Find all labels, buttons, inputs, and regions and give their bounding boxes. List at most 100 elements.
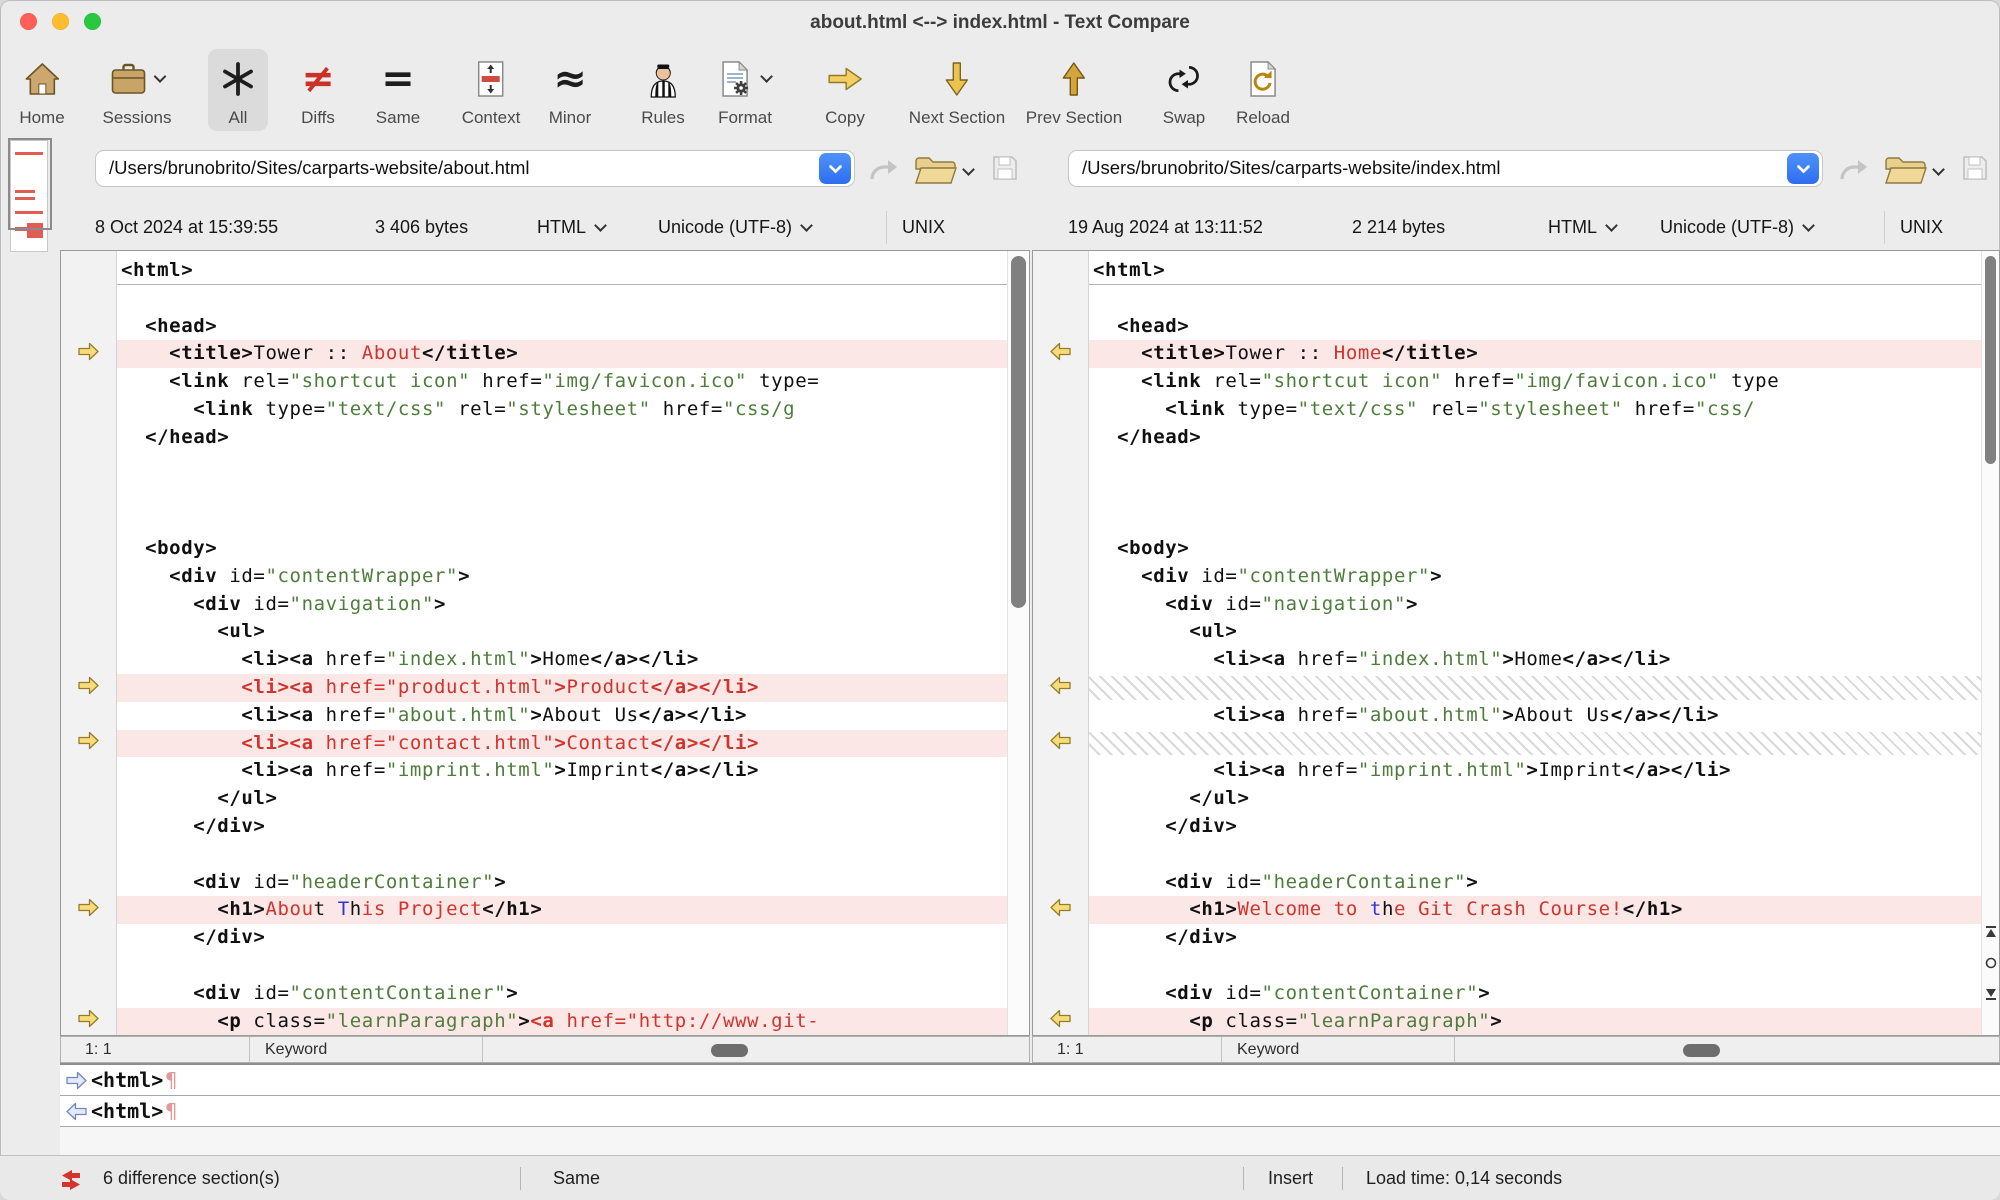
merge-arrow-left-icon[interactable] — [1049, 341, 1072, 367]
copy-icon — [826, 52, 864, 105]
code-line: <head> — [1089, 313, 1981, 341]
toolbar-item-next-section[interactable]: Next Section — [896, 49, 1018, 131]
toolbar-item-label: Sessions — [103, 108, 172, 128]
left-file-date: 8 Oct 2024 at 15:39:55 — [95, 205, 278, 250]
floppy-disk-icon — [992, 155, 1018, 181]
merge-arrow-left-icon[interactable] — [1049, 675, 1072, 701]
merge-arrow-left-icon[interactable] — [1049, 1008, 1072, 1034]
toolbar-item-label: Swap — [1163, 108, 1206, 128]
gutter-cell — [1033, 285, 1088, 313]
merge-arrow-right-icon[interactable] — [77, 1008, 100, 1034]
gutter-cell — [1033, 980, 1088, 1008]
code-line: <ul> — [1089, 618, 1981, 646]
code-line: <div id="headerContainer"> — [117, 869, 1007, 897]
merge-arrow-right-icon[interactable] — [77, 730, 100, 756]
code-line: <p class="learnParagraph"> — [1089, 1008, 1981, 1035]
right-format-dropdown[interactable]: HTML — [1548, 205, 1616, 250]
titlebar: about.html <--> index.html - Text Compar… — [0, 0, 2000, 44]
gutter-cell — [61, 813, 116, 841]
toolbar-item-rules[interactable]: Rules — [628, 49, 697, 131]
current-diff-marker-icon[interactable] — [1985, 956, 1997, 974]
detail-row-right-line[interactable]: <html> ¶ — [60, 1096, 2000, 1127]
gutter-cell — [61, 535, 116, 563]
scroll-to-top-diff-button[interactable] — [1985, 925, 1997, 943]
toolbar-item-label: Diffs — [301, 108, 335, 128]
code-line: <div id="contentWrapper"> — [1089, 563, 1981, 591]
chevron-down-icon — [594, 219, 607, 232]
gutter-cell — [61, 563, 116, 591]
toolbar-item-sessions[interactable]: Sessions — [90, 49, 185, 131]
right-code-area[interactable]: <html> <head> <title>Tower :: Home</titl… — [1089, 251, 1981, 1035]
compare-state: Same — [553, 1156, 600, 1200]
right-vertical-scrollbar[interactable] — [1981, 251, 1999, 1035]
reveal-arrow-icon[interactable] — [868, 156, 898, 187]
left-file-path-field[interactable]: /Users/brunobrito/Sites/carparts-website… — [95, 150, 855, 187]
diff-count: 6 difference section(s) — [103, 1156, 280, 1200]
toolbar-item-swap[interactable]: Swap — [1150, 49, 1219, 131]
gutter-cell — [1033, 563, 1088, 591]
code-line: <div id="contentContainer"> — [117, 980, 1007, 1008]
right-file-path-field[interactable]: /Users/brunobrito/Sites/carparts-website… — [1068, 150, 1823, 187]
left-gutter — [61, 251, 117, 1035]
folder-dropdown-chevron-icon[interactable] — [1934, 164, 1943, 182]
right-scrollbar-thumb[interactable] — [1985, 256, 1996, 464]
toolbar-item-label: Format — [718, 108, 772, 128]
scroll-to-bottom-diff-button[interactable] — [1985, 987, 1997, 1005]
code-line: <ul> — [117, 618, 1007, 646]
left-scrollbar-thumb[interactable] — [1011, 256, 1026, 608]
code-line: <li><a href="imprint.html">Imprint</a></… — [117, 757, 1007, 785]
save-button[interactable] — [992, 155, 1018, 186]
reveal-arrow-icon[interactable] — [1838, 156, 1868, 187]
left-match-mode[interactable]: Keyword — [250, 1037, 482, 1062]
merge-arrow-right-icon — [63, 1070, 89, 1091]
code-line: </div> — [117, 813, 1007, 841]
gutter-cell — [1033, 396, 1088, 424]
toolbar-item-same[interactable]: =Same — [363, 49, 433, 131]
save-button[interactable] — [1962, 155, 1988, 186]
merge-arrow-right-icon[interactable] — [77, 341, 100, 367]
toolbar-item-copy[interactable]: Copy — [812, 49, 878, 131]
toolbar-item-all[interactable]: All — [208, 49, 268, 131]
right-horizontal-scrollbar-thumb[interactable] — [1683, 1044, 1720, 1057]
chevron-down-icon — [800, 219, 813, 232]
left-horizontal-scrollbar-thumb[interactable] — [711, 1044, 748, 1057]
merge-arrow-right-icon[interactable] — [77, 675, 100, 701]
toolbar-item-home[interactable]: Home — [6, 49, 77, 131]
left-encoding-dropdown[interactable]: Unicode (UTF-8) — [658, 205, 811, 250]
toolbar-item-prev-section[interactable]: Prev Section — [1013, 49, 1135, 131]
toolbar-item-reload[interactable]: Reload — [1223, 49, 1303, 131]
home-icon — [24, 52, 60, 105]
app-window: about.html <--> index.html - Text Compar… — [0, 0, 2000, 1200]
gutter-cell — [1033, 424, 1088, 452]
right-line-ending-label: UNIX — [1900, 205, 1943, 250]
gutter-cell — [61, 730, 116, 758]
folder-dropdown-chevron-icon[interactable] — [964, 164, 973, 182]
left-vertical-scrollbar[interactable] — [1007, 251, 1029, 1035]
detail-row-left-line[interactable]: <html> ¶ — [60, 1065, 2000, 1096]
code-line: <div id="headerContainer"> — [1089, 869, 1981, 897]
toolbar-item-context[interactable]: Context — [449, 49, 534, 131]
right-path-dropdown-button[interactable] — [1787, 153, 1819, 184]
code-line: <link type="text/css" rel="stylesheet" h… — [117, 396, 1007, 424]
diff-count-icon — [58, 1157, 84, 1200]
code-line — [1089, 285, 1981, 313]
right-encoding-dropdown[interactable]: Unicode (UTF-8) — [1660, 205, 1813, 250]
left-code-area[interactable]: <html> <head> <title>Tower :: About</tit… — [117, 251, 1007, 1035]
merge-arrow-right-icon[interactable] — [77, 897, 100, 923]
left-format-dropdown[interactable]: HTML — [537, 205, 605, 250]
open-folder-button[interactable] — [1884, 153, 1928, 191]
open-folder-button[interactable] — [914, 153, 958, 191]
right-match-mode[interactable]: Keyword — [1222, 1037, 1454, 1062]
merge-arrow-left-icon[interactable] — [1049, 730, 1072, 756]
left-path-dropdown-button[interactable] — [819, 153, 851, 184]
file-metadata-bar: 8 Oct 2024 at 15:39:55 3 406 bytes HTML … — [0, 205, 2000, 250]
gutter-cell — [61, 424, 116, 452]
gutter-cell — [1033, 507, 1088, 535]
toolbar-item-minor[interactable]: ≈Minor — [536, 49, 605, 131]
merge-arrow-left-icon[interactable] — [1049, 897, 1072, 923]
toolbar-item-diffs[interactable]: ≠Diffs — [288, 49, 348, 131]
missing-lines-placeholder — [1089, 674, 1981, 702]
gutter-cell — [1033, 535, 1088, 563]
code-line — [117, 452, 1007, 480]
toolbar-item-format[interactable]: Format — [705, 49, 785, 131]
